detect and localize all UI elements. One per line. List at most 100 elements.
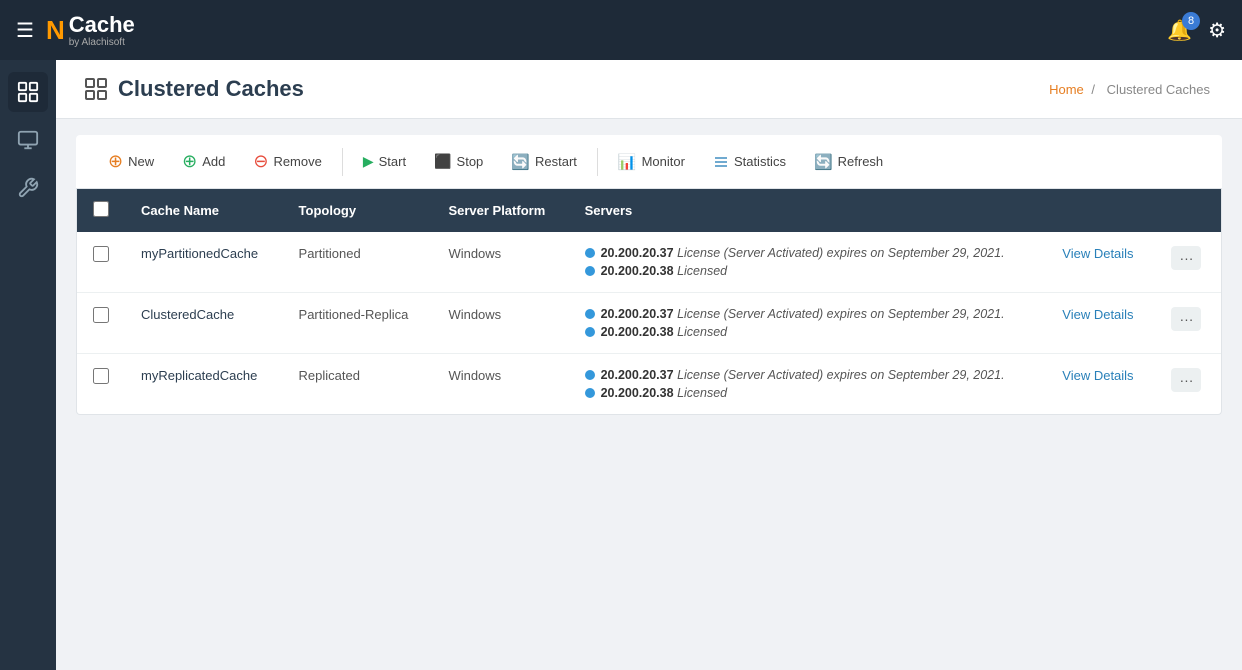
server-entry-1-1: 20.200.20.38 Licensed xyxy=(585,325,1031,339)
select-all-checkbox[interactable] xyxy=(93,201,109,217)
col-server-platform: Server Platform xyxy=(432,189,568,232)
row-checkbox-1[interactable] xyxy=(93,307,109,323)
server-status-dot-2-1 xyxy=(585,388,595,398)
logo-tagline: by Alachisoft xyxy=(69,38,135,48)
notifications-button[interactable]: 🔔 8 xyxy=(1167,18,1192,43)
statistics-button[interactable]: Statistics xyxy=(701,148,798,176)
cache-table-container: Cache Name Topology Server Platform Serv… xyxy=(76,189,1222,415)
remove-icon: ⊖ xyxy=(253,151,268,172)
cache-table: Cache Name Topology Server Platform Serv… xyxy=(77,189,1221,414)
hamburger-icon[interactable]: ☰ xyxy=(16,18,34,43)
col-topology: Topology xyxy=(283,189,433,232)
cache-name-2: myReplicatedCache xyxy=(141,368,257,383)
col-actions xyxy=(1046,189,1155,232)
view-details-button-0[interactable]: View Details xyxy=(1062,246,1133,261)
col-servers: Servers xyxy=(569,189,1047,232)
col-more xyxy=(1155,189,1221,232)
add-button[interactable]: ⊕ Add xyxy=(170,145,237,178)
server-info-2-1: 20.200.20.38 Licensed xyxy=(601,386,728,400)
cache-name-0: myPartitionedCache xyxy=(141,246,258,261)
table-row: ClusteredCache Partitioned-Replica Windows… xyxy=(77,293,1221,354)
logo-brand: Cache xyxy=(69,12,135,37)
page-title-icon xyxy=(84,77,108,101)
cache-name-1: ClusteredCache xyxy=(141,307,234,322)
server-status-dot-0-1 xyxy=(585,266,595,276)
server-info-0-0: 20.200.20.37 License (Server Activated) … xyxy=(601,246,1005,260)
table-row: myPartitionedCache Partitioned Windows 20.… xyxy=(77,232,1221,293)
breadcrumb: Home / Clustered Caches xyxy=(1049,82,1214,97)
server-status-dot-0-0 xyxy=(585,248,595,258)
content-area: Clustered Caches Home / Clustered Caches… xyxy=(56,60,1242,670)
page-header: Clustered Caches Home / Clustered Caches xyxy=(56,60,1242,119)
navbar-left: ☰ N Cache by Alachisoft xyxy=(16,12,135,48)
logo-n-letter: N xyxy=(46,15,65,46)
page-title-row: Clustered Caches xyxy=(84,76,304,102)
table-row: myReplicatedCache Replicated Windows 20.20… xyxy=(77,354,1221,415)
page-title: Clustered Caches xyxy=(118,76,304,102)
navbar: ☰ N Cache by Alachisoft 🔔 8 ⚙ xyxy=(0,0,1242,60)
server-ip-1-0: 20.200.20.37 xyxy=(601,307,674,321)
server-entry-0-1: 20.200.20.38 Licensed xyxy=(585,264,1031,278)
settings-gear-icon[interactable]: ⚙ xyxy=(1208,18,1226,43)
row-checkbox-0[interactable] xyxy=(93,246,109,262)
restart-button[interactable]: 🔄 Restart xyxy=(499,147,589,177)
server-status-dot-1-0 xyxy=(585,309,595,319)
view-details-button-1[interactable]: View Details xyxy=(1062,307,1133,322)
more-button-1[interactable]: ··· xyxy=(1171,307,1201,331)
server-ip-2-1: 20.200.20.38 xyxy=(601,386,674,400)
breadcrumb-current: Clustered Caches xyxy=(1107,82,1210,97)
statistics-icon xyxy=(713,154,729,170)
server-ip-0-1: 20.200.20.38 xyxy=(601,264,674,278)
sidebar-item-tools[interactable] xyxy=(8,168,48,208)
toolbar-divider-1 xyxy=(342,148,343,176)
server-ip-2-0: 20.200.20.37 xyxy=(601,368,674,382)
server-platform-1: Windows xyxy=(448,307,501,322)
server-platform-0: Windows xyxy=(448,246,501,261)
remove-button[interactable]: ⊖ Remove xyxy=(241,145,334,178)
server-entry-2-0: 20.200.20.37 License (Server Activated) … xyxy=(585,368,1031,382)
view-details-button-2[interactable]: View Details xyxy=(1062,368,1133,383)
refresh-button[interactable]: 🔄 Refresh xyxy=(802,147,895,177)
server-entry-2-1: 20.200.20.38 Licensed xyxy=(585,386,1031,400)
server-info-1-0: 20.200.20.37 License (Server Activated) … xyxy=(601,307,1005,321)
table-header: Cache Name Topology Server Platform Serv… xyxy=(77,189,1221,232)
server-info-1-1: 20.200.20.38 Licensed xyxy=(601,325,728,339)
monitor-button[interactable]: 📊 Monitor xyxy=(606,147,697,177)
add-icon: ⊕ xyxy=(182,151,197,172)
server-ip-1-1: 20.200.20.38 xyxy=(601,325,674,339)
start-button[interactable]: ▶ Start xyxy=(351,147,418,176)
topology-1: Partitioned-Replica xyxy=(299,307,409,322)
stop-icon: ⬛ xyxy=(434,153,451,170)
table-body: myPartitionedCache Partitioned Windows 20.… xyxy=(77,232,1221,414)
stop-button[interactable]: ⬛ Stop xyxy=(422,147,495,176)
server-info-0-1: 20.200.20.38 Licensed xyxy=(601,264,728,278)
new-button[interactable]: ⊕ New xyxy=(96,145,166,178)
server-info-2-0: 20.200.20.37 License (Server Activated) … xyxy=(601,368,1005,382)
server-entry-1-0: 20.200.20.37 License (Server Activated) … xyxy=(585,307,1031,321)
navbar-right: 🔔 8 ⚙ xyxy=(1167,18,1226,43)
restart-icon: 🔄 xyxy=(511,153,530,171)
breadcrumb-home[interactable]: Home xyxy=(1049,82,1084,97)
server-platform-2: Windows xyxy=(448,368,501,383)
new-icon: ⊕ xyxy=(108,151,123,172)
main-layout: Clustered Caches Home / Clustered Caches… xyxy=(0,60,1242,670)
sidebar-item-monitor[interactable] xyxy=(8,120,48,160)
topology-0: Partitioned xyxy=(299,246,361,261)
monitor-icon: 📊 xyxy=(618,153,637,171)
start-icon: ▶ xyxy=(363,153,374,170)
more-button-0[interactable]: ··· xyxy=(1171,246,1201,270)
sidebar-item-cluster[interactable] xyxy=(8,72,48,112)
refresh-icon: 🔄 xyxy=(814,153,833,171)
server-entry-0-0: 20.200.20.37 License (Server Activated) … xyxy=(585,246,1031,260)
topology-2: Replicated xyxy=(299,368,360,383)
toolbar-divider-2 xyxy=(597,148,598,176)
row-checkbox-2[interactable] xyxy=(93,368,109,384)
server-ip-0-0: 20.200.20.37 xyxy=(601,246,674,260)
logo: N Cache by Alachisoft xyxy=(46,12,135,48)
more-button-2[interactable]: ··· xyxy=(1171,368,1201,392)
col-checkbox xyxy=(77,189,125,232)
breadcrumb-separator: / xyxy=(1091,82,1095,97)
toolbar: ⊕ New ⊕ Add ⊖ Remove ▶ Start ⬛ Stop 🔄 xyxy=(76,135,1222,189)
col-cache-name: Cache Name xyxy=(125,189,283,232)
server-status-dot-1-1 xyxy=(585,327,595,337)
